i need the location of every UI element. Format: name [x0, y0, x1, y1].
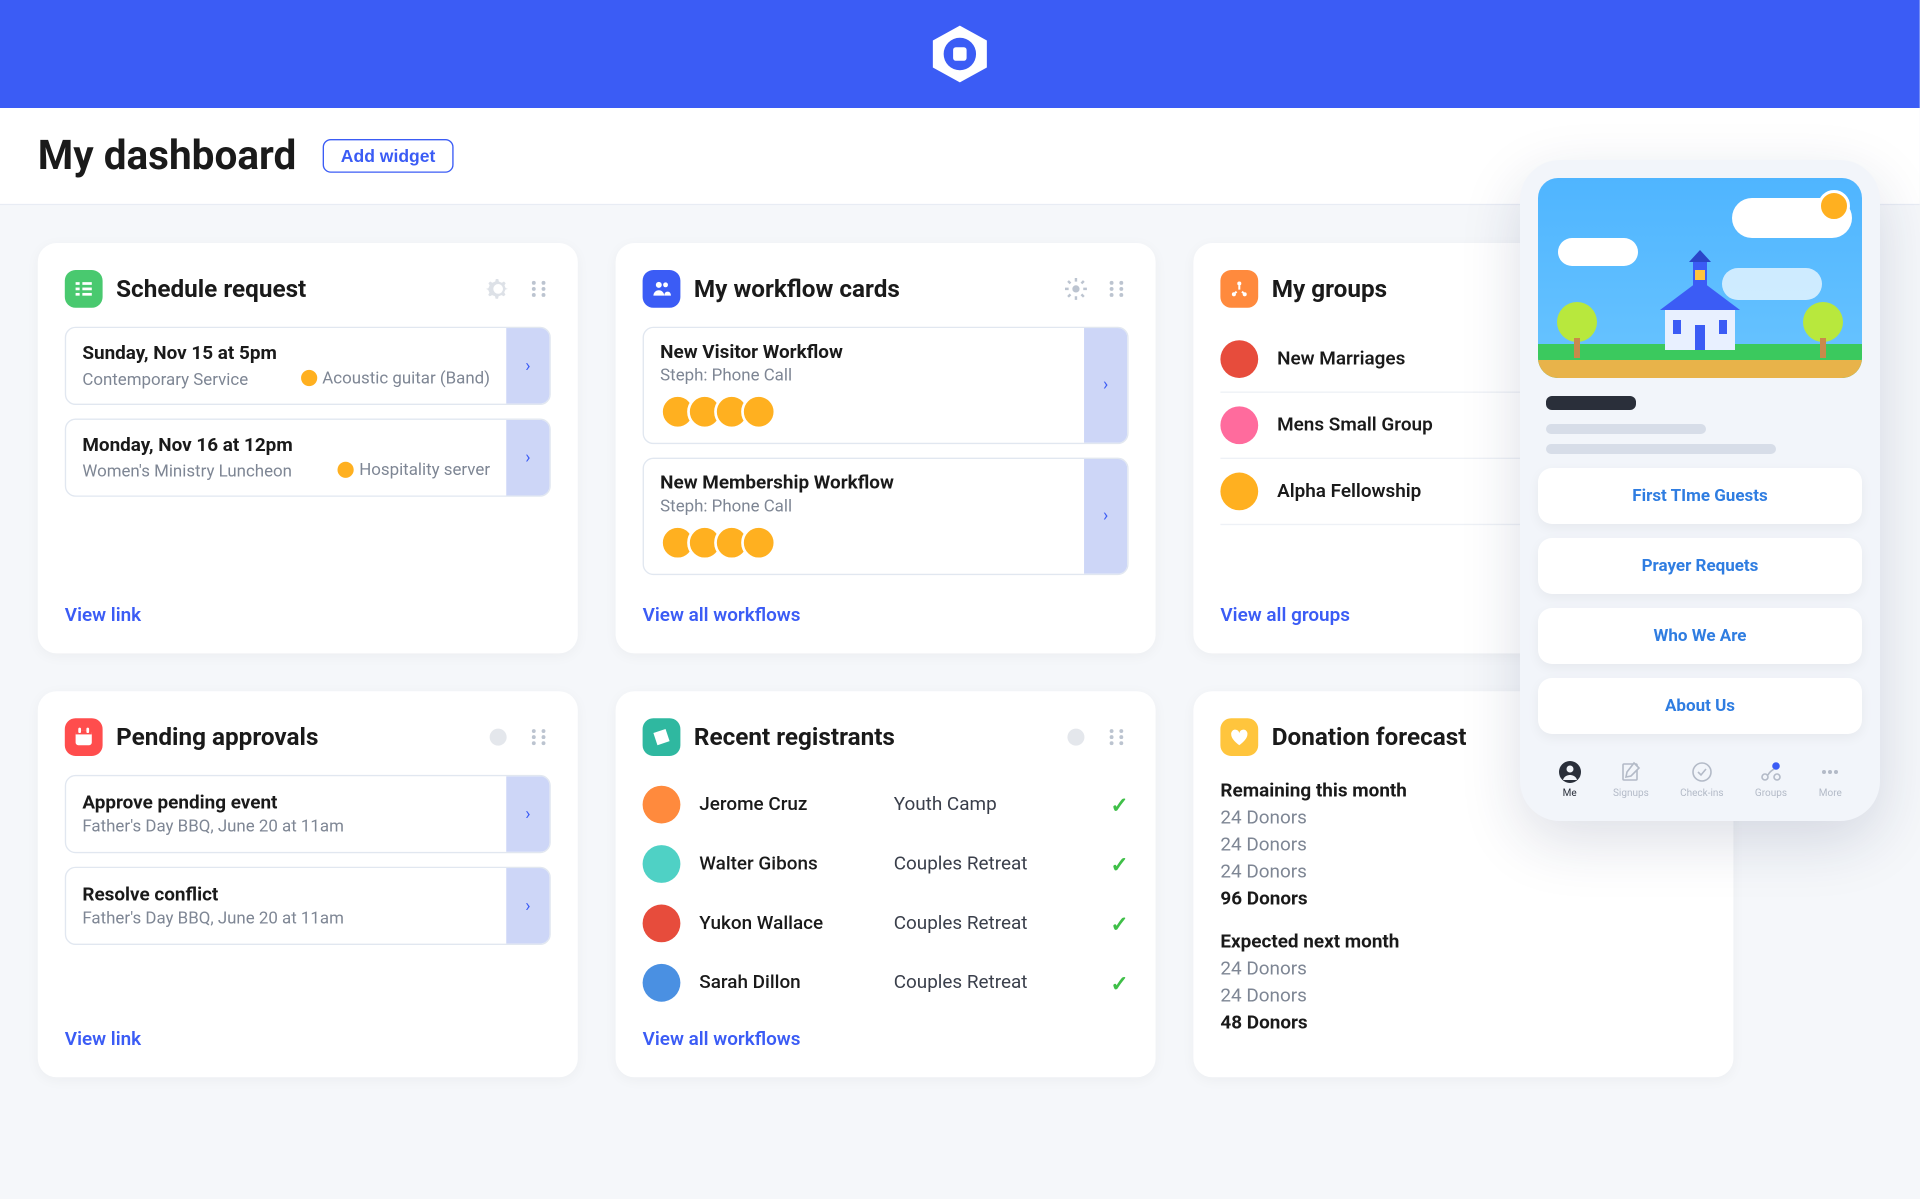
check-circle-icon	[1690, 760, 1714, 784]
card-workflow: My workflow cards New Visitor Workflow S…	[616, 243, 1156, 653]
view-link[interactable]: View link	[65, 1013, 551, 1051]
registrant-row[interactable]: Sarah DillonCouples Retreat✓	[643, 953, 1129, 1012]
tab-bar: Me Signups Check-ins Groups More	[1538, 748, 1862, 803]
workflow-item[interactable]: New Membership Workflow Steph: Phone Cal…	[643, 458, 1129, 575]
check-icon: ✓	[1111, 851, 1129, 877]
card-title: Schedule request	[116, 275, 486, 303]
chevron-right-icon: ›	[525, 896, 530, 916]
heart-icon	[1220, 718, 1258, 756]
open-button[interactable]: ›	[1084, 328, 1127, 443]
edit-icon	[1619, 760, 1643, 784]
ticket-icon	[643, 718, 681, 756]
registrant-row[interactable]: Yukon WallaceCouples Retreat✓	[643, 894, 1129, 953]
card-title: Recent registrants	[694, 723, 1064, 751]
gear-icon[interactable]	[486, 725, 510, 749]
chevron-right-icon: ›	[525, 448, 530, 468]
page-title: My dashboard	[38, 132, 296, 179]
drag-handle-icon[interactable]	[1104, 277, 1128, 301]
approval-item[interactable]: Approve pending eventFather's Day BBQ, J…	[65, 775, 551, 853]
avatar	[643, 845, 681, 883]
people-icon	[643, 270, 681, 308]
person-icon	[1558, 760, 1582, 784]
tab-checkins[interactable]: Check-ins	[1680, 760, 1724, 799]
open-button[interactable]: ›	[506, 420, 549, 496]
check-icon: ✓	[1111, 911, 1129, 937]
groups-icon	[1220, 270, 1258, 308]
chevron-right-icon: ›	[1103, 506, 1108, 526]
card-title: My workflow cards	[694, 275, 1064, 303]
registrant-row[interactable]: Jerome CruzYouth Camp✓	[643, 775, 1129, 834]
avatar	[1220, 340, 1258, 378]
add-widget-button[interactable]: Add widget	[323, 139, 453, 173]
gear-icon[interactable]	[1064, 277, 1088, 301]
tab-me[interactable]: Me	[1558, 760, 1582, 799]
drag-handle-icon[interactable]	[1104, 725, 1128, 749]
avatar	[643, 964, 681, 1002]
card-header: Schedule request	[65, 270, 551, 308]
warning-dot-icon	[338, 462, 354, 478]
tree-icon	[1552, 300, 1602, 360]
nav-button-about-us[interactable]: About Us	[1538, 678, 1862, 734]
check-icon: ✓	[1111, 970, 1129, 996]
avatar	[1220, 473, 1258, 511]
tree-icon	[1798, 300, 1848, 360]
tab-signups[interactable]: Signups	[1613, 760, 1649, 799]
groups-nav-icon	[1759, 760, 1783, 784]
chevron-right-icon: ›	[525, 356, 530, 376]
card-registrants: Recent registrants Jerome CruzYouth Camp…	[616, 691, 1156, 1077]
list-icon	[65, 270, 103, 308]
calendar-icon	[65, 718, 103, 756]
drag-handle-icon[interactable]	[527, 277, 551, 301]
tab-groups[interactable]: Groups	[1755, 760, 1787, 799]
chevron-right-icon: ›	[1103, 375, 1108, 395]
schedule-item[interactable]: Monday, Nov 16 at 12pm Women's Ministry …	[65, 419, 551, 497]
nav-button-first-time-guests[interactable]: First TIme Guests	[1538, 468, 1862, 524]
gear-icon[interactable]	[1064, 725, 1088, 749]
registrant-row[interactable]: Walter GibonsCouples Retreat✓	[643, 834, 1129, 893]
card-title: Pending approvals	[116, 723, 486, 751]
avatar	[1220, 406, 1258, 444]
open-button[interactable]: ›	[1084, 459, 1127, 574]
more-icon	[1818, 760, 1842, 784]
card-approvals: Pending approvals Approve pending eventF…	[38, 691, 578, 1077]
gear-icon[interactable]	[486, 277, 510, 301]
drag-handle-icon[interactable]	[527, 725, 551, 749]
member-avatars	[660, 394, 1068, 429]
app-logo	[927, 22, 992, 87]
top-bar	[0, 0, 1920, 108]
profile-avatar[interactable]	[1818, 190, 1850, 222]
workflow-item[interactable]: New Visitor Workflow Steph: Phone Call ›	[643, 327, 1129, 444]
nav-button-prayer-requests[interactable]: Prayer Requets	[1538, 538, 1862, 594]
chevron-right-icon: ›	[525, 804, 530, 824]
open-button[interactable]: ›	[506, 868, 549, 944]
hero-image	[1538, 178, 1862, 378]
open-button[interactable]: ›	[506, 328, 549, 404]
view-all-link[interactable]: View all workflows	[643, 1013, 1129, 1051]
view-link[interactable]: View link	[65, 589, 551, 627]
check-icon: ✓	[1111, 792, 1129, 818]
card-schedule-request: Schedule request Sunday, Nov 15 at 5pm C…	[38, 243, 578, 653]
schedule-item[interactable]: Sunday, Nov 15 at 5pm Contemporary Servi…	[65, 327, 551, 405]
avatar	[643, 905, 681, 943]
content-skeleton	[1546, 396, 1854, 454]
approval-item[interactable]: Resolve conflictFather's Day BBQ, June 2…	[65, 867, 551, 945]
nav-button-who-we-are[interactable]: Who We Are	[1538, 608, 1862, 664]
church-icon	[1645, 250, 1755, 360]
member-avatars	[660, 525, 1068, 560]
warning-dot-icon	[301, 370, 317, 386]
view-all-workflows-link[interactable]: View all workflows	[643, 589, 1129, 627]
tab-more[interactable]: More	[1818, 760, 1842, 799]
expected-heading: Expected next month	[1220, 932, 1706, 954]
mobile-preview: First TIme Guests Prayer Requets Who We …	[1520, 160, 1880, 821]
avatar	[643, 786, 681, 824]
open-button[interactable]: ›	[506, 776, 549, 852]
